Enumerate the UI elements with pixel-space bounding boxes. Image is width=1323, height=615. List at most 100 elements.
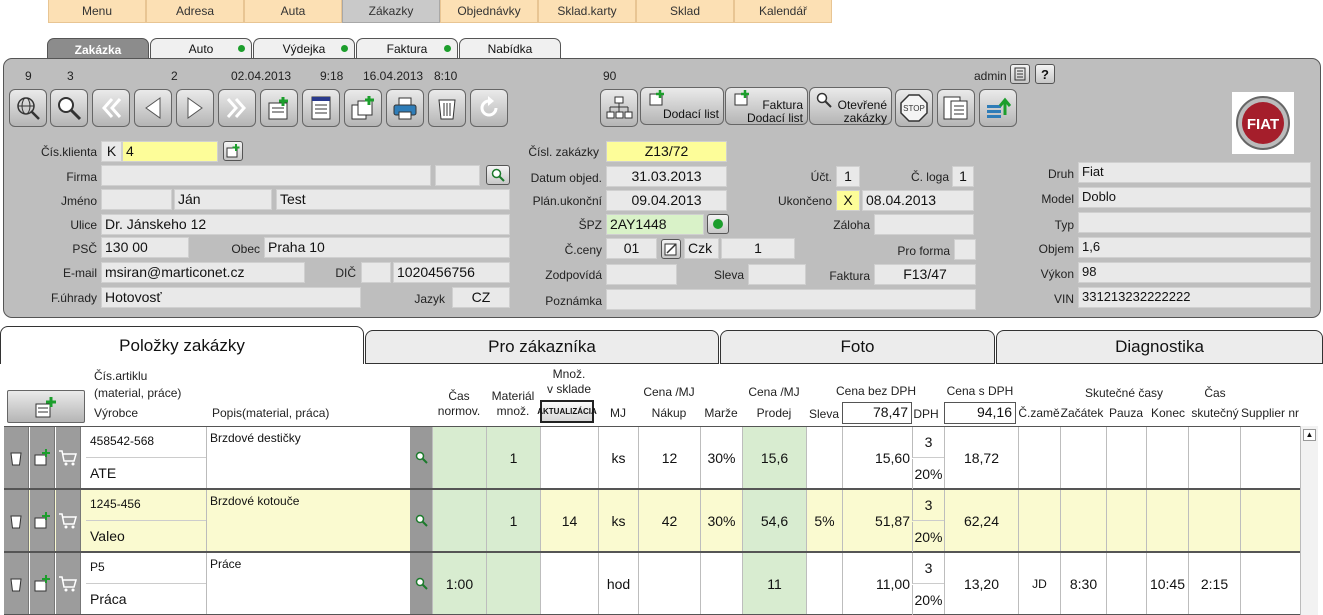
price-list-input[interactable]: 01 xyxy=(606,238,657,259)
cell-mnoz[interactable]: 1 xyxy=(486,490,540,551)
add-item-icon[interactable] xyxy=(30,553,55,614)
cell-cas[interactable]: 1:00 xyxy=(432,553,486,614)
vin-input[interactable]: 331213232222222 xyxy=(1078,287,1311,308)
tab-diagnostika[interactable]: Diagnostika xyxy=(996,330,1323,364)
cell-s-dph[interactable]: 62,24 xyxy=(944,490,1018,551)
tab-auto[interactable]: Auto xyxy=(150,38,252,59)
tab-faktura[interactable]: Faktura xyxy=(356,38,458,59)
previous-record-icon[interactable] xyxy=(134,89,172,127)
cell-zacatek[interactable] xyxy=(1060,427,1106,488)
cell-popis[interactable]: Brzdové destičky xyxy=(206,427,410,488)
search-icon[interactable] xyxy=(486,165,510,185)
power-input[interactable]: 98 xyxy=(1078,262,1311,283)
cell-sklad[interactable]: 14 xyxy=(540,490,598,551)
order-number-input[interactable]: Z13/72 xyxy=(606,141,727,162)
cell-s-dph[interactable]: 18,72 xyxy=(944,427,1018,488)
cell-popis[interactable]: Práce xyxy=(206,553,410,614)
logo-number-input[interactable]: 1 xyxy=(952,166,974,187)
firma-extra-input[interactable] xyxy=(435,165,480,186)
cell-pauza[interactable] xyxy=(1106,490,1146,551)
dic-input[interactable]: 1020456756 xyxy=(393,262,510,283)
org-chart-icon[interactable] xyxy=(600,89,638,127)
delete-item-icon[interactable] xyxy=(4,553,29,614)
table-row[interactable]: 458542-568 ATE Brzdové destičky 1 ks 12 30% 15,… xyxy=(4,426,1300,489)
order-date-input[interactable]: 31.03.2013 xyxy=(606,166,727,187)
cell-zacatek[interactable]: 8:30 xyxy=(1060,553,1106,614)
menu-item-sklad[interactable]: Sklad xyxy=(636,0,734,23)
license-plate-input[interactable]: 2AY1448 xyxy=(606,214,704,235)
cell-sklad[interactable] xyxy=(540,553,598,614)
client-number-input[interactable]: 4 xyxy=(122,141,218,162)
aktualizacia-button[interactable]: AKTUALIZÁCIA xyxy=(537,400,597,423)
cell-zam[interactable] xyxy=(1018,427,1060,488)
search-icon[interactable] xyxy=(410,553,432,614)
note-input[interactable] xyxy=(606,289,976,310)
tab-nabidka[interactable]: Nabídka xyxy=(459,38,561,59)
email-input[interactable]: msiran@marticonet.cz xyxy=(101,262,305,283)
export-list-icon[interactable] xyxy=(979,89,1017,127)
cell-supplier[interactable] xyxy=(1240,490,1300,551)
cell-prodej[interactable]: 54,6 xyxy=(742,490,806,551)
proforma-input[interactable] xyxy=(954,239,976,260)
last-name-input[interactable]: Test xyxy=(276,189,510,210)
cell-prodej[interactable]: 11 xyxy=(742,553,806,614)
menu-item-menu[interactable]: Menu xyxy=(48,0,146,23)
cell-sleva[interactable] xyxy=(806,553,842,614)
cell-artikl[interactable]: 1245-456 xyxy=(86,490,206,521)
first-record-icon[interactable] xyxy=(92,89,130,127)
faktura-dodaci-list-button[interactable]: Faktura Dodací list xyxy=(725,87,808,125)
search-icon[interactable] xyxy=(410,490,432,551)
cell-bez-dph[interactable]: 15,60 xyxy=(842,427,912,488)
table-row[interactable]: 1245-456 Valeo Brzdové kotouče 1 14 ks 42 30% 54… xyxy=(4,489,1300,552)
zip-input[interactable]: 130 00 xyxy=(101,237,189,258)
cell-mj[interactable]: hod xyxy=(598,553,638,614)
cell-mj[interactable]: ks xyxy=(598,490,638,551)
finished-date-input[interactable]: 08.04.2013 xyxy=(862,190,974,211)
cell-vyrobce[interactable]: ATE xyxy=(86,459,206,489)
cell-marze[interactable] xyxy=(700,553,742,614)
document-icon[interactable] xyxy=(302,89,340,127)
cell-pauza[interactable] xyxy=(1106,553,1146,614)
cell-zacatek[interactable] xyxy=(1060,490,1106,551)
cell-cas[interactable] xyxy=(432,490,486,551)
add-client-icon[interactable] xyxy=(223,141,243,161)
exchange-rate-input[interactable]: 1 xyxy=(721,238,795,259)
delete-item-icon[interactable] xyxy=(4,490,29,551)
menu-item-sklad-karty[interactable]: Sklad.karty xyxy=(538,0,636,23)
invoice-number-input[interactable]: F13/47 xyxy=(874,264,976,285)
cell-konec[interactable]: 10:45 xyxy=(1146,553,1188,614)
menu-item-auta[interactable]: Auta xyxy=(244,0,342,23)
cell-nakup[interactable]: 42 xyxy=(638,490,700,551)
currency-input[interactable]: Czk xyxy=(684,238,719,259)
cell-prodej[interactable]: 15,6 xyxy=(742,427,806,488)
planned-finish-input[interactable]: 09.04.2013 xyxy=(606,190,727,211)
cell-dph-kod[interactable]: 3 xyxy=(912,490,944,521)
dic-prefix-input[interactable] xyxy=(361,262,391,283)
cell-dph-kod[interactable]: 3 xyxy=(912,553,944,584)
make-input[interactable]: Fiat xyxy=(1078,162,1311,183)
delete-trash-icon[interactable] xyxy=(428,89,466,127)
vertical-scrollbar[interactable]: ▲ xyxy=(1300,426,1318,615)
tab-vydejka[interactable]: Výdejka xyxy=(253,38,355,59)
menu-item-adresa[interactable]: Adresa xyxy=(146,0,244,23)
cell-dph[interactable]: 20% xyxy=(912,585,944,615)
cell-supplier[interactable] xyxy=(1240,427,1300,488)
first-name-input[interactable]: Ján xyxy=(174,189,272,210)
new-record-icon[interactable] xyxy=(260,89,298,127)
cell-sklad[interactable] xyxy=(540,427,598,488)
calculator-icon[interactable] xyxy=(1010,64,1030,84)
cell-skutecny[interactable]: 2:15 xyxy=(1188,553,1240,614)
payment-type-input[interactable]: Hotovosť xyxy=(101,287,361,308)
menu-item-zakazky[interactable]: Zákazky xyxy=(342,0,440,23)
finished-checkbox[interactable]: X xyxy=(836,190,860,211)
globe-search-icon[interactable] xyxy=(9,89,47,127)
delete-item-icon[interactable] xyxy=(4,427,29,488)
responsible-input[interactable] xyxy=(606,264,677,285)
cell-bez-dph[interactable]: 11,00 xyxy=(842,553,912,614)
cell-supplier[interactable] xyxy=(1240,553,1300,614)
cell-nakup[interactable]: 12 xyxy=(638,427,700,488)
tab-pro-zakaznika[interactable]: Pro zákazníka xyxy=(365,330,719,364)
help-button[interactable]: ? xyxy=(1035,64,1055,84)
last-record-icon[interactable] xyxy=(218,89,256,127)
firma-input[interactable] xyxy=(101,165,431,186)
